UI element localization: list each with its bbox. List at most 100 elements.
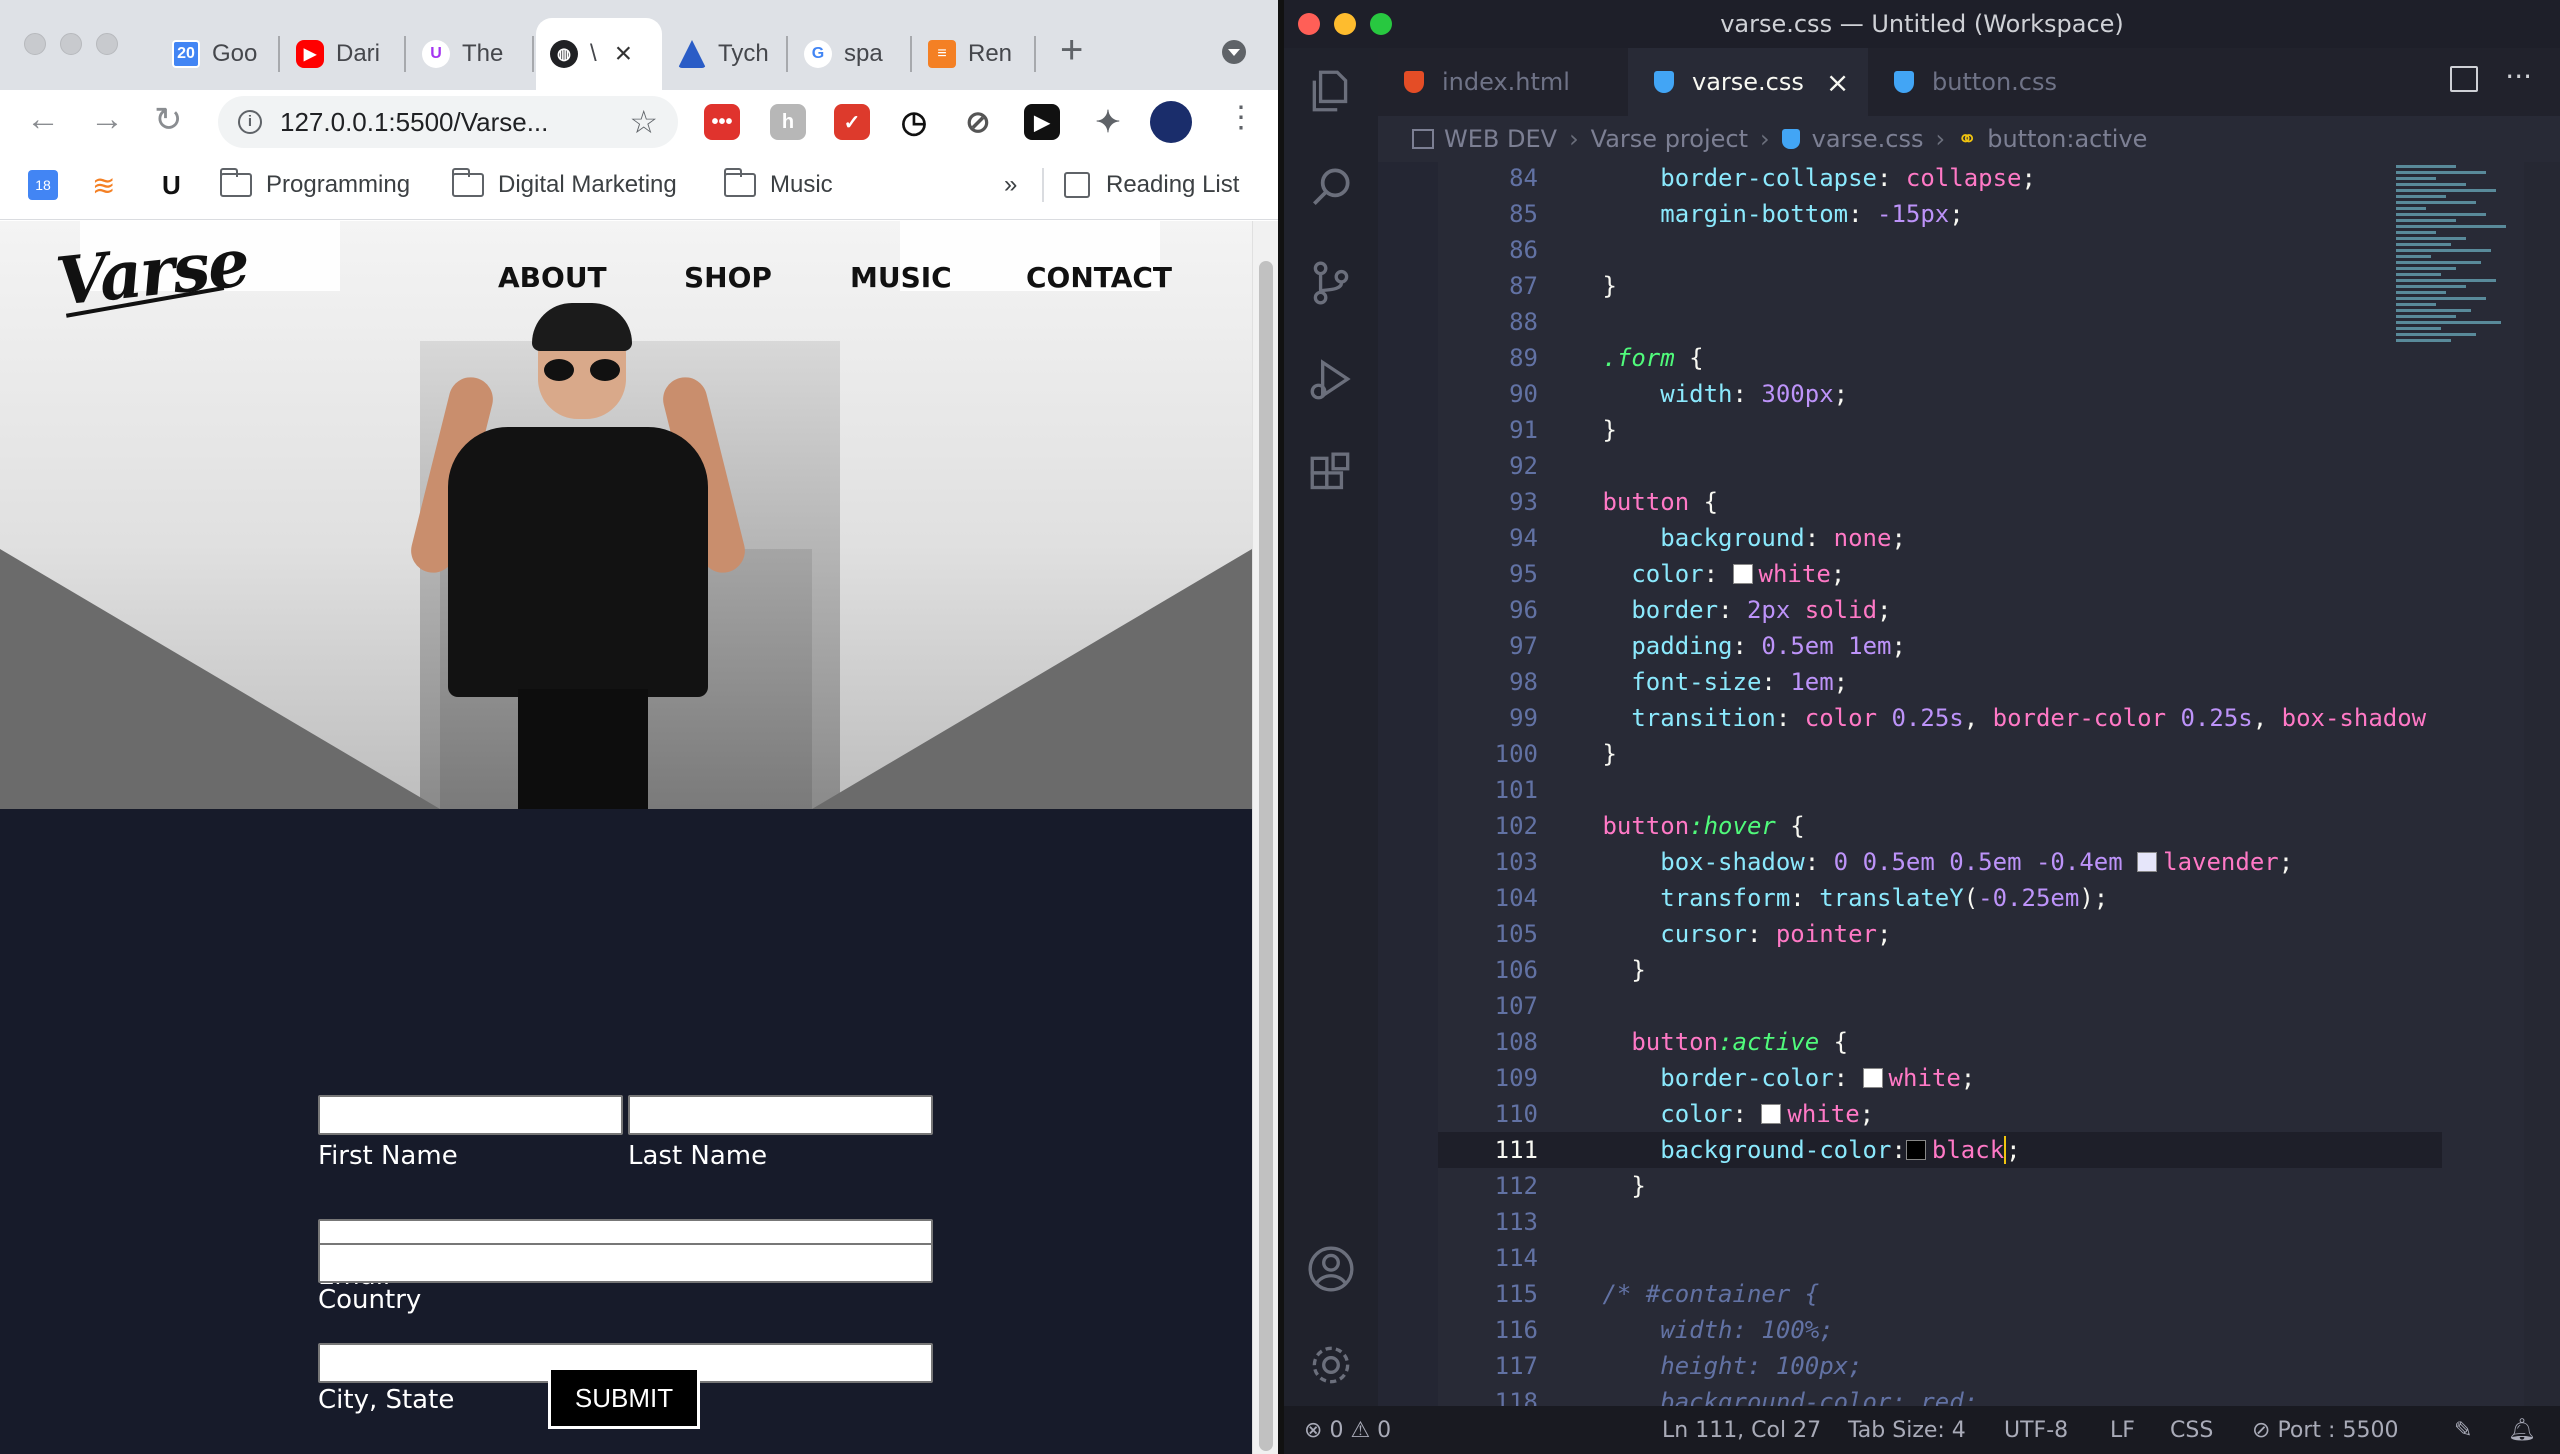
browser-tab[interactable]: G spa bbox=[804, 18, 912, 90]
tab-close-icon[interactable]: × bbox=[615, 37, 633, 71]
forward-icon[interactable]: → bbox=[90, 100, 124, 139]
breadcrumb-item[interactable]: button:active bbox=[1987, 125, 2147, 153]
tab-search-icon[interactable] bbox=[1222, 40, 1246, 64]
accounts-icon[interactable] bbox=[1306, 1244, 1356, 1294]
vscode-minimize-button[interactable] bbox=[1334, 13, 1356, 35]
new-tab-icon[interactable]: + bbox=[1060, 28, 1083, 73]
page-scrollbar[interactable] bbox=[1252, 221, 1278, 1454]
split-editor-icon[interactable] bbox=[2450, 66, 2478, 92]
language-mode[interactable]: CSS bbox=[2170, 1418, 2213, 1443]
bookmark-item[interactable]: ≋ bbox=[92, 168, 115, 202]
end-of-line[interactable]: LF bbox=[2110, 1418, 2135, 1443]
close-icon[interactable]: × bbox=[1826, 66, 1849, 99]
color-swatch[interactable] bbox=[1862, 1068, 1883, 1088]
code-line[interactable]: 115 /* #container { bbox=[1438, 1276, 2442, 1312]
code-line[interactable]: 97 padding: 0.5em 1em; bbox=[1438, 628, 2442, 664]
problems-indicator[interactable]: ⊗ 0 ⚠ 0 bbox=[1304, 1418, 1391, 1443]
code-line[interactable]: 103 box-shadow: 0 0.5em 0.5em -0.4em lav… bbox=[1438, 844, 2442, 880]
bookmark-item[interactable]: 18 bbox=[28, 168, 58, 202]
code-line[interactable]: 101 bbox=[1438, 772, 2442, 808]
last-name-field[interactable] bbox=[628, 1095, 933, 1135]
back-icon[interactable]: ← bbox=[26, 100, 60, 139]
browser-tab[interactable]: U The bbox=[422, 18, 534, 90]
code-line[interactable]: 117 height: 100px; bbox=[1438, 1348, 2442, 1384]
vscode-zoom-button[interactable] bbox=[1370, 13, 1392, 35]
site-info-icon[interactable]: i bbox=[238, 110, 262, 134]
cursor-position[interactable]: Ln 111, Col 27 bbox=[1662, 1418, 1821, 1443]
search-icon[interactable] bbox=[1306, 162, 1356, 212]
color-swatch[interactable] bbox=[1761, 1104, 1782, 1124]
extensions-puzzle-icon[interactable]: ✦ bbox=[1090, 104, 1126, 140]
code-line[interactable]: 114 bbox=[1438, 1240, 2442, 1276]
color-swatch[interactable] bbox=[2137, 852, 2158, 872]
code-line[interactable]: 89 .form { bbox=[1438, 340, 2442, 376]
code-line[interactable]: 102 button:hover { bbox=[1438, 808, 2442, 844]
code-line[interactable]: 96 border: 2px solid; bbox=[1438, 592, 2442, 628]
timer-icon[interactable]: ◷ bbox=[896, 104, 932, 140]
bookmark-folder-programming[interactable]: Programming bbox=[220, 168, 410, 202]
code-line[interactable]: 93 button { bbox=[1438, 484, 2442, 520]
code-line[interactable]: 99 transition: color 0.25s, border-color… bbox=[1438, 700, 2442, 736]
editor-tab-varse-css[interactable]: varse.css × bbox=[1628, 48, 1868, 116]
code-line[interactable]: 110 color: white; bbox=[1438, 1096, 2442, 1132]
code-line[interactable]: 104 transform: translateY(-0.25em); bbox=[1438, 880, 2442, 916]
editor-tab-button-css[interactable]: button.css bbox=[1868, 48, 2108, 116]
nav-shop[interactable]: SHOP bbox=[684, 261, 772, 294]
bookmark-folder-music[interactable]: Music bbox=[724, 168, 833, 202]
nav-contact[interactable]: CONTACT bbox=[1026, 261, 1172, 294]
editor-tab-index-html[interactable]: index.html bbox=[1378, 48, 1628, 116]
code-line[interactable]: 118 background-color: red; bbox=[1438, 1384, 2442, 1406]
browser-menu-icon[interactable]: ⋮ bbox=[1226, 100, 1256, 135]
tab-size[interactable]: Tab Size: 4 bbox=[1848, 1418, 1966, 1443]
notifications-icon[interactable]: 🔔︎ bbox=[2508, 1418, 2536, 1443]
breadcrumb-item[interactable]: varse.css bbox=[1812, 125, 1924, 153]
code-line[interactable]: 86 bbox=[1438, 232, 2442, 268]
code-line[interactable]: 106 } bbox=[1438, 952, 2442, 988]
code-line[interactable]: 85 margin-bottom: -15px; bbox=[1438, 196, 2442, 232]
reload-icon[interactable]: ↻ bbox=[154, 100, 183, 140]
bookmark-folder-digital-marketing[interactable]: Digital Marketing bbox=[452, 168, 677, 202]
nav-about[interactable]: ABOUT bbox=[498, 261, 607, 294]
first-name-field[interactable] bbox=[318, 1095, 623, 1135]
profile-avatar[interactable] bbox=[1150, 101, 1192, 143]
extension-h-icon[interactable]: h bbox=[770, 104, 806, 140]
code-line[interactable]: 91 } bbox=[1438, 412, 2442, 448]
code-line[interactable]: 109 border-color: white; bbox=[1438, 1060, 2442, 1096]
scrollbar-thumb[interactable] bbox=[1259, 261, 1273, 1451]
code-line[interactable]: 98 font-size: 1em; bbox=[1438, 664, 2442, 700]
code-editor[interactable]: 84 border-collapse: collapse; 85 margin-b… bbox=[1438, 162, 2442, 1406]
code-line[interactable]: 107 bbox=[1438, 988, 2442, 1024]
breadcrumb-item[interactable]: Varse project bbox=[1591, 125, 1748, 153]
code-line[interactable]: 84 border-collapse: collapse; bbox=[1438, 162, 2442, 196]
extension-play-icon[interactable]: ▶ bbox=[1024, 104, 1060, 140]
code-line[interactable]: 95 color: white; bbox=[1438, 556, 2442, 592]
more-bookmarks-button[interactable]: » bbox=[1004, 168, 1017, 202]
bookmark-star-icon[interactable]: ☆ bbox=[629, 103, 658, 141]
country-field[interactable] bbox=[318, 1243, 933, 1283]
extension-lastpass-icon[interactable]: ••• bbox=[704, 104, 740, 140]
editor-scrollbar[interactable] bbox=[2524, 162, 2560, 1406]
more-actions-icon[interactable]: ··· bbox=[2505, 60, 2532, 93]
block-icon[interactable]: ⊘ bbox=[960, 104, 996, 140]
code-line[interactable]: 111 background-color: black; bbox=[1438, 1132, 2442, 1168]
extensions-icon[interactable] bbox=[1306, 450, 1356, 500]
code-line[interactable]: 92 bbox=[1438, 448, 2442, 484]
color-swatch[interactable] bbox=[1732, 564, 1753, 584]
code-line[interactable]: 105 cursor: pointer; bbox=[1438, 916, 2442, 952]
feedback-icon[interactable]: ✎ bbox=[2454, 1418, 2472, 1443]
vscode-close-button[interactable] bbox=[1298, 13, 1320, 35]
code-line[interactable]: 90 width: 300px; bbox=[1438, 376, 2442, 412]
code-line[interactable]: 87 } bbox=[1438, 268, 2442, 304]
window-zoom-button[interactable] bbox=[96, 33, 118, 55]
submit-button[interactable]: SUBMIT bbox=[548, 1367, 700, 1429]
nav-music[interactable]: MUSIC bbox=[850, 261, 952, 294]
browser-tab[interactable]: Tych bbox=[678, 18, 788, 90]
code-line[interactable]: 94 background: none; bbox=[1438, 520, 2442, 556]
code-line[interactable]: 112 } bbox=[1438, 1168, 2442, 1204]
code-line[interactable]: 116 width: 100%; bbox=[1438, 1312, 2442, 1348]
bookmark-item[interactable]: U bbox=[162, 168, 181, 202]
window-close-button[interactable] bbox=[24, 33, 46, 55]
breadcrumb-item[interactable]: WEB DEV bbox=[1444, 125, 1557, 153]
source-control-icon[interactable] bbox=[1306, 258, 1356, 308]
code-line[interactable]: 100 } bbox=[1438, 736, 2442, 772]
